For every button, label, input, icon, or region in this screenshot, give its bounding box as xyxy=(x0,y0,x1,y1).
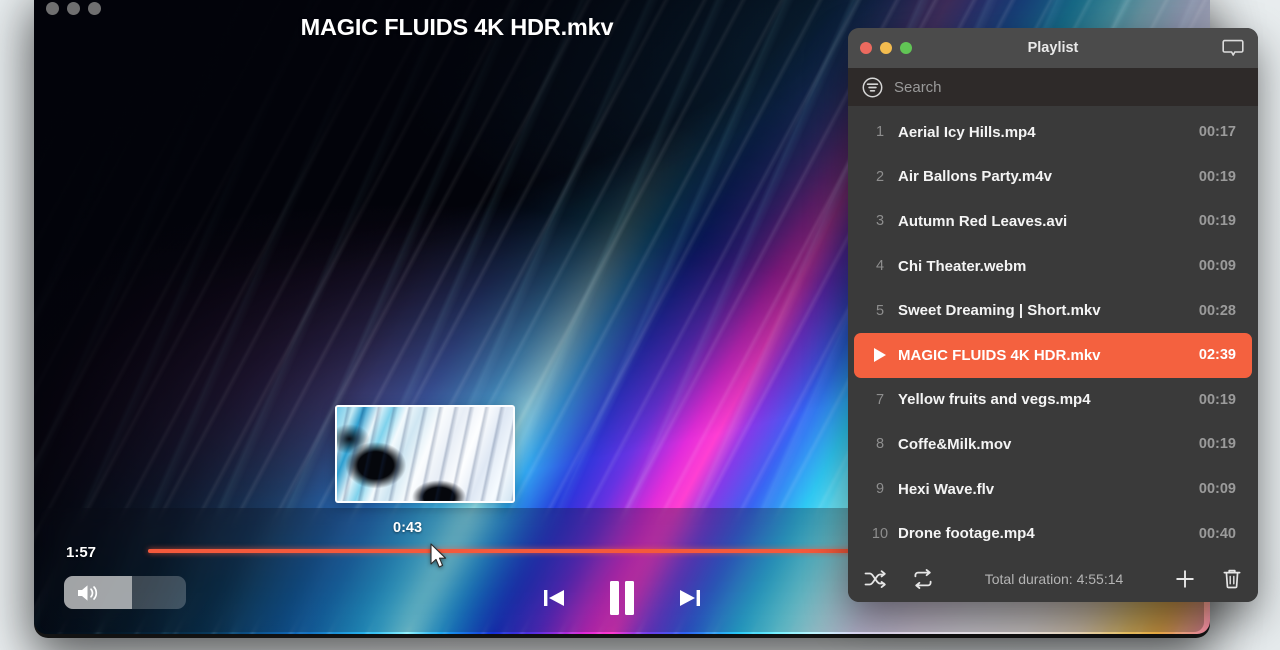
time-remaining-label: 1:57 xyxy=(66,544,97,561)
playlist-row-index: 5 xyxy=(875,302,885,319)
speech-bubble-icon xyxy=(1222,39,1244,56)
playlist-row-name: Aerial Icy Hills.mp4 xyxy=(898,123,1036,141)
thumbnail-image xyxy=(337,407,513,501)
playlist-row-duration: 00:19 xyxy=(1198,168,1236,185)
pause-icon xyxy=(610,581,634,615)
playlist-row[interactable]: 4 Chi Theater.webm 00:09 xyxy=(854,244,1252,289)
playlist-items[interactable]: 1 Aerial Icy Hills.mp4 00:17 2 Air Ballons P… xyxy=(848,106,1258,556)
filter-circle-icon[interactable] xyxy=(862,77,883,98)
playlist-row-index: 4 xyxy=(875,258,885,275)
playlist-row-index: 10 xyxy=(871,525,889,542)
total-duration-label: Total duration: 4:55:14 xyxy=(984,571,1124,587)
speaker-icon[interactable] xyxy=(76,583,104,603)
playlist-row[interactable]: 10 Drone footage.mp4 00:40 xyxy=(854,511,1252,556)
playlist-row-duration: 00:19 xyxy=(1198,436,1236,453)
playlist-row-name: Coffe&Milk.mov xyxy=(898,435,1012,453)
playlist-row-index: 7 xyxy=(875,391,885,408)
playlist-row[interactable]: MAGIC FLUIDS 4K HDR.mkv 02:39 xyxy=(854,332,1252,378)
delete-item-button[interactable] xyxy=(1222,568,1242,590)
playlist-search-bar[interactable]: Search xyxy=(848,68,1258,106)
mouse-cursor xyxy=(430,543,447,568)
playlist-row-name: Chi Theater.webm xyxy=(898,257,1027,275)
trash-icon xyxy=(1223,569,1241,589)
previous-track-button[interactable] xyxy=(539,583,569,613)
playlist-row[interactable]: 5 Sweet Dreaming | Short.mkv 00:28 xyxy=(854,288,1252,333)
next-icon xyxy=(680,590,700,606)
playlist-row-duration: 00:28 xyxy=(1198,302,1236,319)
plus-icon xyxy=(1176,570,1194,588)
previous-icon xyxy=(544,590,564,606)
playlist-row-name: Autumn Red Leaves.avi xyxy=(898,212,1068,230)
playlist-row-name: MAGIC FLUIDS 4K HDR.mkv xyxy=(898,346,1101,364)
repeat-button[interactable] xyxy=(912,569,934,589)
playlist-row-name: Yellow fruits and vegs.mp4 xyxy=(898,391,1091,409)
repeat-icon xyxy=(914,569,932,589)
seek-hover-time-label: 0:43 xyxy=(393,520,423,536)
playlist-row-duration: 02:39 xyxy=(1198,347,1236,364)
playlist-row-index: 3 xyxy=(875,213,885,230)
playlist-row[interactable]: 7 Yellow fruits and vegs.mp4 00:19 xyxy=(854,378,1252,423)
now-playing-icon xyxy=(862,348,898,363)
playlist-row[interactable]: 3 Autumn Red Leaves.avi 00:19 xyxy=(854,199,1252,244)
playlist-row-name: Drone footage.mp4 xyxy=(898,525,1035,543)
playlist-row-duration: 00:19 xyxy=(1198,391,1236,408)
playlist-row[interactable]: 8 Coffe&Milk.mov 00:19 xyxy=(854,422,1252,467)
subtitles-button[interactable] xyxy=(1222,39,1244,63)
playlist-row-duration: 00:40 xyxy=(1198,525,1236,542)
playlist-row-name: Sweet Dreaming | Short.mkv xyxy=(898,302,1101,320)
playlist-row-duration: 00:09 xyxy=(1198,481,1236,498)
screen: MAGIC FLUIDS 4K HDR.mkv 1:57 0:43 Playli… xyxy=(0,0,1280,650)
playlist-titlebar[interactable]: Playlist xyxy=(848,28,1258,68)
shuffle-button[interactable] xyxy=(864,569,886,589)
shuffle-icon xyxy=(864,570,886,588)
next-track-button[interactable] xyxy=(675,583,705,613)
playlist-footer-toolbar: Total duration: 4:55:14 xyxy=(848,556,1258,602)
playlist-row-index: 1 xyxy=(875,124,885,141)
playlist-row-duration: 00:17 xyxy=(1198,124,1236,141)
search-input-placeholder[interactable]: Search xyxy=(894,79,942,96)
playlist-row[interactable]: 2 Air Ballons Party.m4v 00:19 xyxy=(854,155,1252,200)
playlist-row-duration: 00:09 xyxy=(1198,258,1236,275)
playlist-window: Playlist Search 1 Aerial Icy Hills.mp4 00:… xyxy=(848,28,1258,602)
playlist-row-name: Hexi Wave.flv xyxy=(898,480,995,498)
playlist-row[interactable]: 1 Aerial Icy Hills.mp4 00:17 xyxy=(854,110,1252,155)
playlist-row[interactable]: 9 Hexi Wave.flv 00:09 xyxy=(854,467,1252,512)
playlist-row-index: 2 xyxy=(875,168,885,185)
playlist-row-index: 9 xyxy=(875,481,885,498)
playlist-title: Playlist xyxy=(1027,40,1079,56)
playlist-row-index: 8 xyxy=(875,436,885,453)
add-item-button[interactable] xyxy=(1174,568,1196,590)
pause-button[interactable] xyxy=(605,578,639,618)
playlist-row-name: Air Ballons Party.m4v xyxy=(898,168,1052,186)
playlist-row-duration: 00:19 xyxy=(1198,213,1236,230)
seek-thumbnail-preview xyxy=(335,405,515,503)
